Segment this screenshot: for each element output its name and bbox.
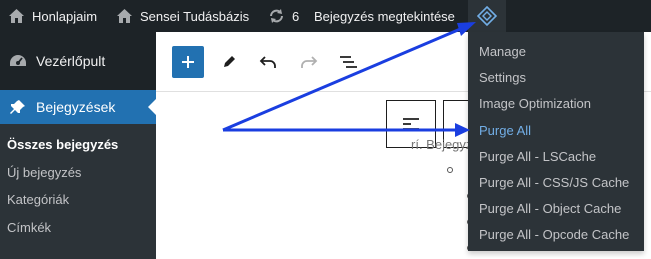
menu-item-purge-cssjs[interactable]: Purge All - CSS/JS Cache xyxy=(479,175,629,190)
list-bullet xyxy=(447,167,453,173)
lscache-diamond-icon xyxy=(477,6,497,26)
list-view-icon xyxy=(340,56,357,68)
submenu-new-post[interactable]: Új bejegyzés xyxy=(7,165,81,180)
plus-icon xyxy=(182,56,194,68)
submenu-categories[interactable]: Kategóriák xyxy=(7,192,69,207)
home-icon xyxy=(117,9,132,23)
site-name-menu[interactable]: Sensei Tudásbázis xyxy=(116,0,249,32)
undo-icon xyxy=(259,56,276,68)
dashboard-gauge-icon xyxy=(0,54,36,68)
sidebar-item-label: Bejegyzések xyxy=(36,99,116,115)
menu-item-purge-lscache[interactable]: Purge All - LSCache xyxy=(479,149,596,164)
submenu-all-posts[interactable]: Összes bejegyzés xyxy=(7,137,118,152)
admin-bar: Honlapjaim Sensei Tudásbázis 6 Bejegyzés… xyxy=(0,0,651,32)
document-overview-button[interactable] xyxy=(336,50,360,74)
pushpin-icon xyxy=(0,99,36,115)
list-block-icon xyxy=(403,118,419,130)
menu-item-purge-all[interactable]: Purge All xyxy=(479,123,531,138)
sidebar-item-label: Vezérlőpult xyxy=(36,53,106,69)
wp-admin-screen: Honlapjaim Sensei Tudásbázis 6 Bejegyzés… xyxy=(0,0,651,259)
menu-item-manage[interactable]: Manage xyxy=(479,44,526,59)
admin-sidebar: Vezérlőpult Bejegyzések Összes bejegyzés… xyxy=(0,32,156,259)
add-block-button[interactable] xyxy=(172,46,204,78)
undo-button[interactable] xyxy=(256,50,280,74)
sidebar-item-posts[interactable]: Bejegyzések xyxy=(0,90,156,124)
redo-icon xyxy=(301,56,318,68)
lscache-menu[interactable] xyxy=(468,0,506,32)
updates-icon xyxy=(270,9,283,23)
submenu-tags[interactable]: Címkék xyxy=(7,220,51,235)
edit-tool-button[interactable] xyxy=(217,50,241,74)
menu-item-purge-object-cache[interactable]: Purge All - Object Cache xyxy=(479,201,621,216)
view-post-link[interactable]: Bejegyzés megtekintése xyxy=(314,0,455,32)
sidebar-item-dashboard[interactable]: Vezérlőpult xyxy=(0,44,156,78)
updates-count: 6 xyxy=(292,8,300,24)
updates-menu[interactable]: 6 xyxy=(268,0,299,32)
lscache-dropdown: Manage Settings Image Optimization Purge… xyxy=(468,32,644,251)
my-sites-menu[interactable]: Honlapjaim xyxy=(8,0,97,32)
menu-item-image-optimization[interactable]: Image Optimization xyxy=(479,96,591,111)
posts-submenu: Összes bejegyzés Új bejegyzés Kategóriák… xyxy=(0,124,156,259)
redo-button[interactable] xyxy=(297,50,321,74)
site-name-label: Sensei Tudásbázis xyxy=(140,8,250,24)
pencil-icon xyxy=(224,56,235,67)
my-sites-label: Honlapjaim xyxy=(32,8,98,24)
menu-item-purge-opcode-cache[interactable]: Purge All - Opcode Cache xyxy=(479,227,629,242)
home-icon xyxy=(9,9,24,23)
menu-item-settings[interactable]: Settings xyxy=(479,70,526,85)
view-post-label: Bejegyzés megtekintése xyxy=(314,8,455,24)
